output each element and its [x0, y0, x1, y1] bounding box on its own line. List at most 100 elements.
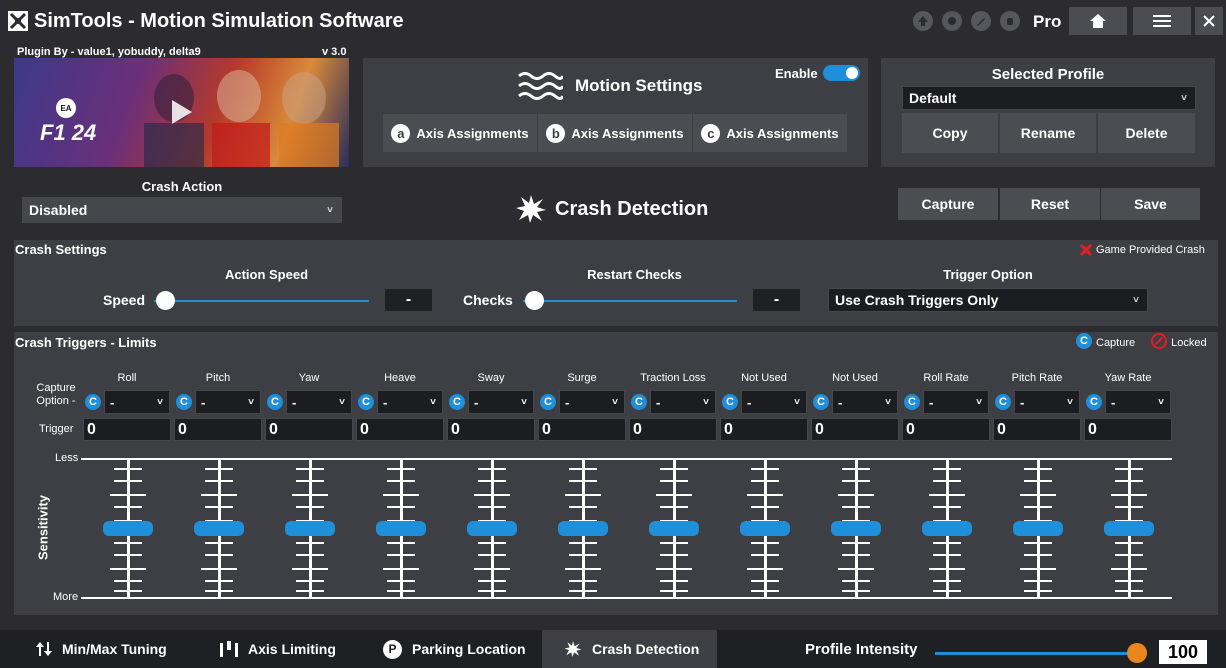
trigger-value-field[interactable]: 0: [174, 418, 262, 441]
slider-thumb[interactable]: [194, 521, 244, 536]
sensitivity-slider[interactable]: [831, 460, 881, 597]
delete-button[interactable]: Delete: [1098, 113, 1195, 153]
play-icon[interactable]: [164, 96, 196, 128]
menu-button[interactable]: [1133, 7, 1191, 35]
tab-min-max-tuning[interactable]: Min/Max Tuning: [0, 630, 190, 668]
sensitivity-slider[interactable]: [1104, 460, 1154, 597]
capture-option-select[interactable]: - ˅: [104, 390, 170, 414]
trigger-value-field[interactable]: 0: [1084, 418, 1172, 441]
slider-thumb[interactable]: [1127, 643, 1147, 663]
capture-c-icon[interactable]: C: [995, 394, 1011, 410]
reset-button[interactable]: Reset: [1000, 188, 1100, 220]
sensitivity-slider[interactable]: [285, 460, 335, 597]
capture-option-select[interactable]: - ˅: [468, 390, 534, 414]
sensitivity-slider[interactable]: [194, 460, 244, 597]
capture-button[interactable]: Capture: [898, 188, 998, 220]
slider-thumb[interactable]: [103, 521, 153, 536]
capture-option-select[interactable]: - ˅: [377, 390, 443, 414]
copy-button[interactable]: Copy: [902, 113, 998, 153]
up-arrow-icon[interactable]: [913, 11, 933, 31]
trigger-value-field[interactable]: 0: [538, 418, 626, 441]
capture-option-select[interactable]: - ˅: [832, 390, 898, 414]
slider-thumb[interactable]: [740, 521, 790, 536]
profile-select[interactable]: Default ˅: [902, 86, 1196, 110]
sensitivity-slider[interactable]: [376, 460, 426, 597]
capture-option-select[interactable]: - ˅: [741, 390, 807, 414]
speed-slider[interactable]: [154, 290, 369, 310]
slider-thumb[interactable]: [376, 521, 426, 536]
enable-toggle[interactable]: [823, 65, 860, 81]
slider-tick: [110, 494, 146, 496]
sensitivity-slider[interactable]: [649, 460, 699, 597]
slider-thumb[interactable]: [285, 521, 335, 536]
axis-assignments-b-button[interactable]: b Axis Assignments: [538, 114, 692, 152]
capture-c-icon[interactable]: C: [1086, 394, 1102, 410]
slider-thumb[interactable]: [649, 521, 699, 536]
slider-tick: [751, 480, 779, 482]
checks-slider[interactable]: [523, 290, 737, 310]
capture-c-icon[interactable]: C: [85, 394, 101, 410]
save-button[interactable]: Save: [1101, 188, 1200, 220]
slider-thumb[interactable]: [1104, 521, 1154, 536]
crash-action-select[interactable]: Disabled ˅: [22, 197, 342, 223]
capture-c-icon[interactable]: C: [267, 394, 283, 410]
capture-option-select[interactable]: - ˅: [1105, 390, 1171, 414]
trigger-value-field[interactable]: 0: [629, 418, 717, 441]
slider-thumb[interactable]: [831, 521, 881, 536]
tab-crash-detection[interactable]: Crash Detection: [542, 630, 717, 668]
axis-assignments-c-button[interactable]: c Axis Assignments: [693, 114, 847, 152]
slider-thumb[interactable]: [467, 521, 517, 536]
intensity-slider[interactable]: [935, 642, 1147, 663]
capture-c-icon[interactable]: C: [904, 394, 920, 410]
capture-c-icon[interactable]: C: [813, 394, 829, 410]
intensity-value-box[interactable]: 100: [1159, 640, 1207, 664]
trigger-value-field[interactable]: 0: [720, 418, 808, 441]
tab-parking-location[interactable]: P Parking Location: [347, 630, 542, 668]
sensitivity-slider[interactable]: [467, 460, 517, 597]
capture-option-select[interactable]: - ˅: [650, 390, 716, 414]
pencil-icon[interactable]: [971, 11, 991, 31]
slider-thumb[interactable]: [525, 291, 544, 310]
slider-thumb[interactable]: [1013, 521, 1063, 536]
sensitivity-slider[interactable]: [1013, 460, 1063, 597]
trigger-value-field[interactable]: 0: [811, 418, 899, 441]
capture-c-icon[interactable]: C: [449, 394, 465, 410]
tab-axis-limiting[interactable]: Axis Limiting: [184, 630, 359, 668]
capture-option-select[interactable]: - ˅: [923, 390, 989, 414]
capture-option-select[interactable]: - ˅: [195, 390, 261, 414]
capture-c-icon[interactable]: C: [358, 394, 374, 410]
slider-thumb[interactable]: [922, 521, 972, 536]
trigger-value-field[interactable]: 0: [993, 418, 1081, 441]
capture-option-select[interactable]: - ˅: [1014, 390, 1080, 414]
sensitivity-slider[interactable]: [103, 460, 153, 597]
close-button[interactable]: [1195, 7, 1223, 35]
gear-badge-icon[interactable]: [942, 11, 962, 31]
capture-option-select[interactable]: - ˅: [286, 390, 352, 414]
capture-option-select[interactable]: - ˅: [559, 390, 625, 414]
capture-c-icon[interactable]: C: [176, 394, 192, 410]
crash-triggers-panel: Crash Triggers - Limits C Capture Locked…: [14, 332, 1218, 615]
trigger-value-field[interactable]: 0: [902, 418, 990, 441]
slider-thumb[interactable]: [156, 291, 175, 310]
home-button[interactable]: [1069, 7, 1127, 35]
slider-tick: [656, 568, 692, 570]
capture-c-icon[interactable]: C: [540, 394, 556, 410]
hand-icon[interactable]: [1000, 11, 1020, 31]
rename-button[interactable]: Rename: [1000, 113, 1096, 153]
game-banner[interactable]: EA F1 24: [14, 58, 349, 167]
sensitivity-slider[interactable]: [558, 460, 608, 597]
slider-tick: [478, 468, 506, 470]
trigger-value-field[interactable]: 0: [356, 418, 444, 441]
capture-c-icon[interactable]: C: [722, 394, 738, 410]
axis-limit-icon: [220, 641, 238, 657]
slider-thumb[interactable]: [558, 521, 608, 536]
sensitivity-slider[interactable]: [922, 460, 972, 597]
trigger-value-field[interactable]: 0: [83, 418, 171, 441]
sensitivity-slider[interactable]: [740, 460, 790, 597]
trigger-value-field[interactable]: 0: [447, 418, 535, 441]
axis-assignments-a-button[interactable]: a Axis Assignments: [383, 114, 537, 152]
capture-c-icon[interactable]: C: [631, 394, 647, 410]
trigger-option-select[interactable]: Use Crash Triggers Only ˅: [828, 288, 1148, 312]
trigger-value-field[interactable]: 0: [265, 418, 353, 441]
slider-tick: [1115, 468, 1143, 470]
